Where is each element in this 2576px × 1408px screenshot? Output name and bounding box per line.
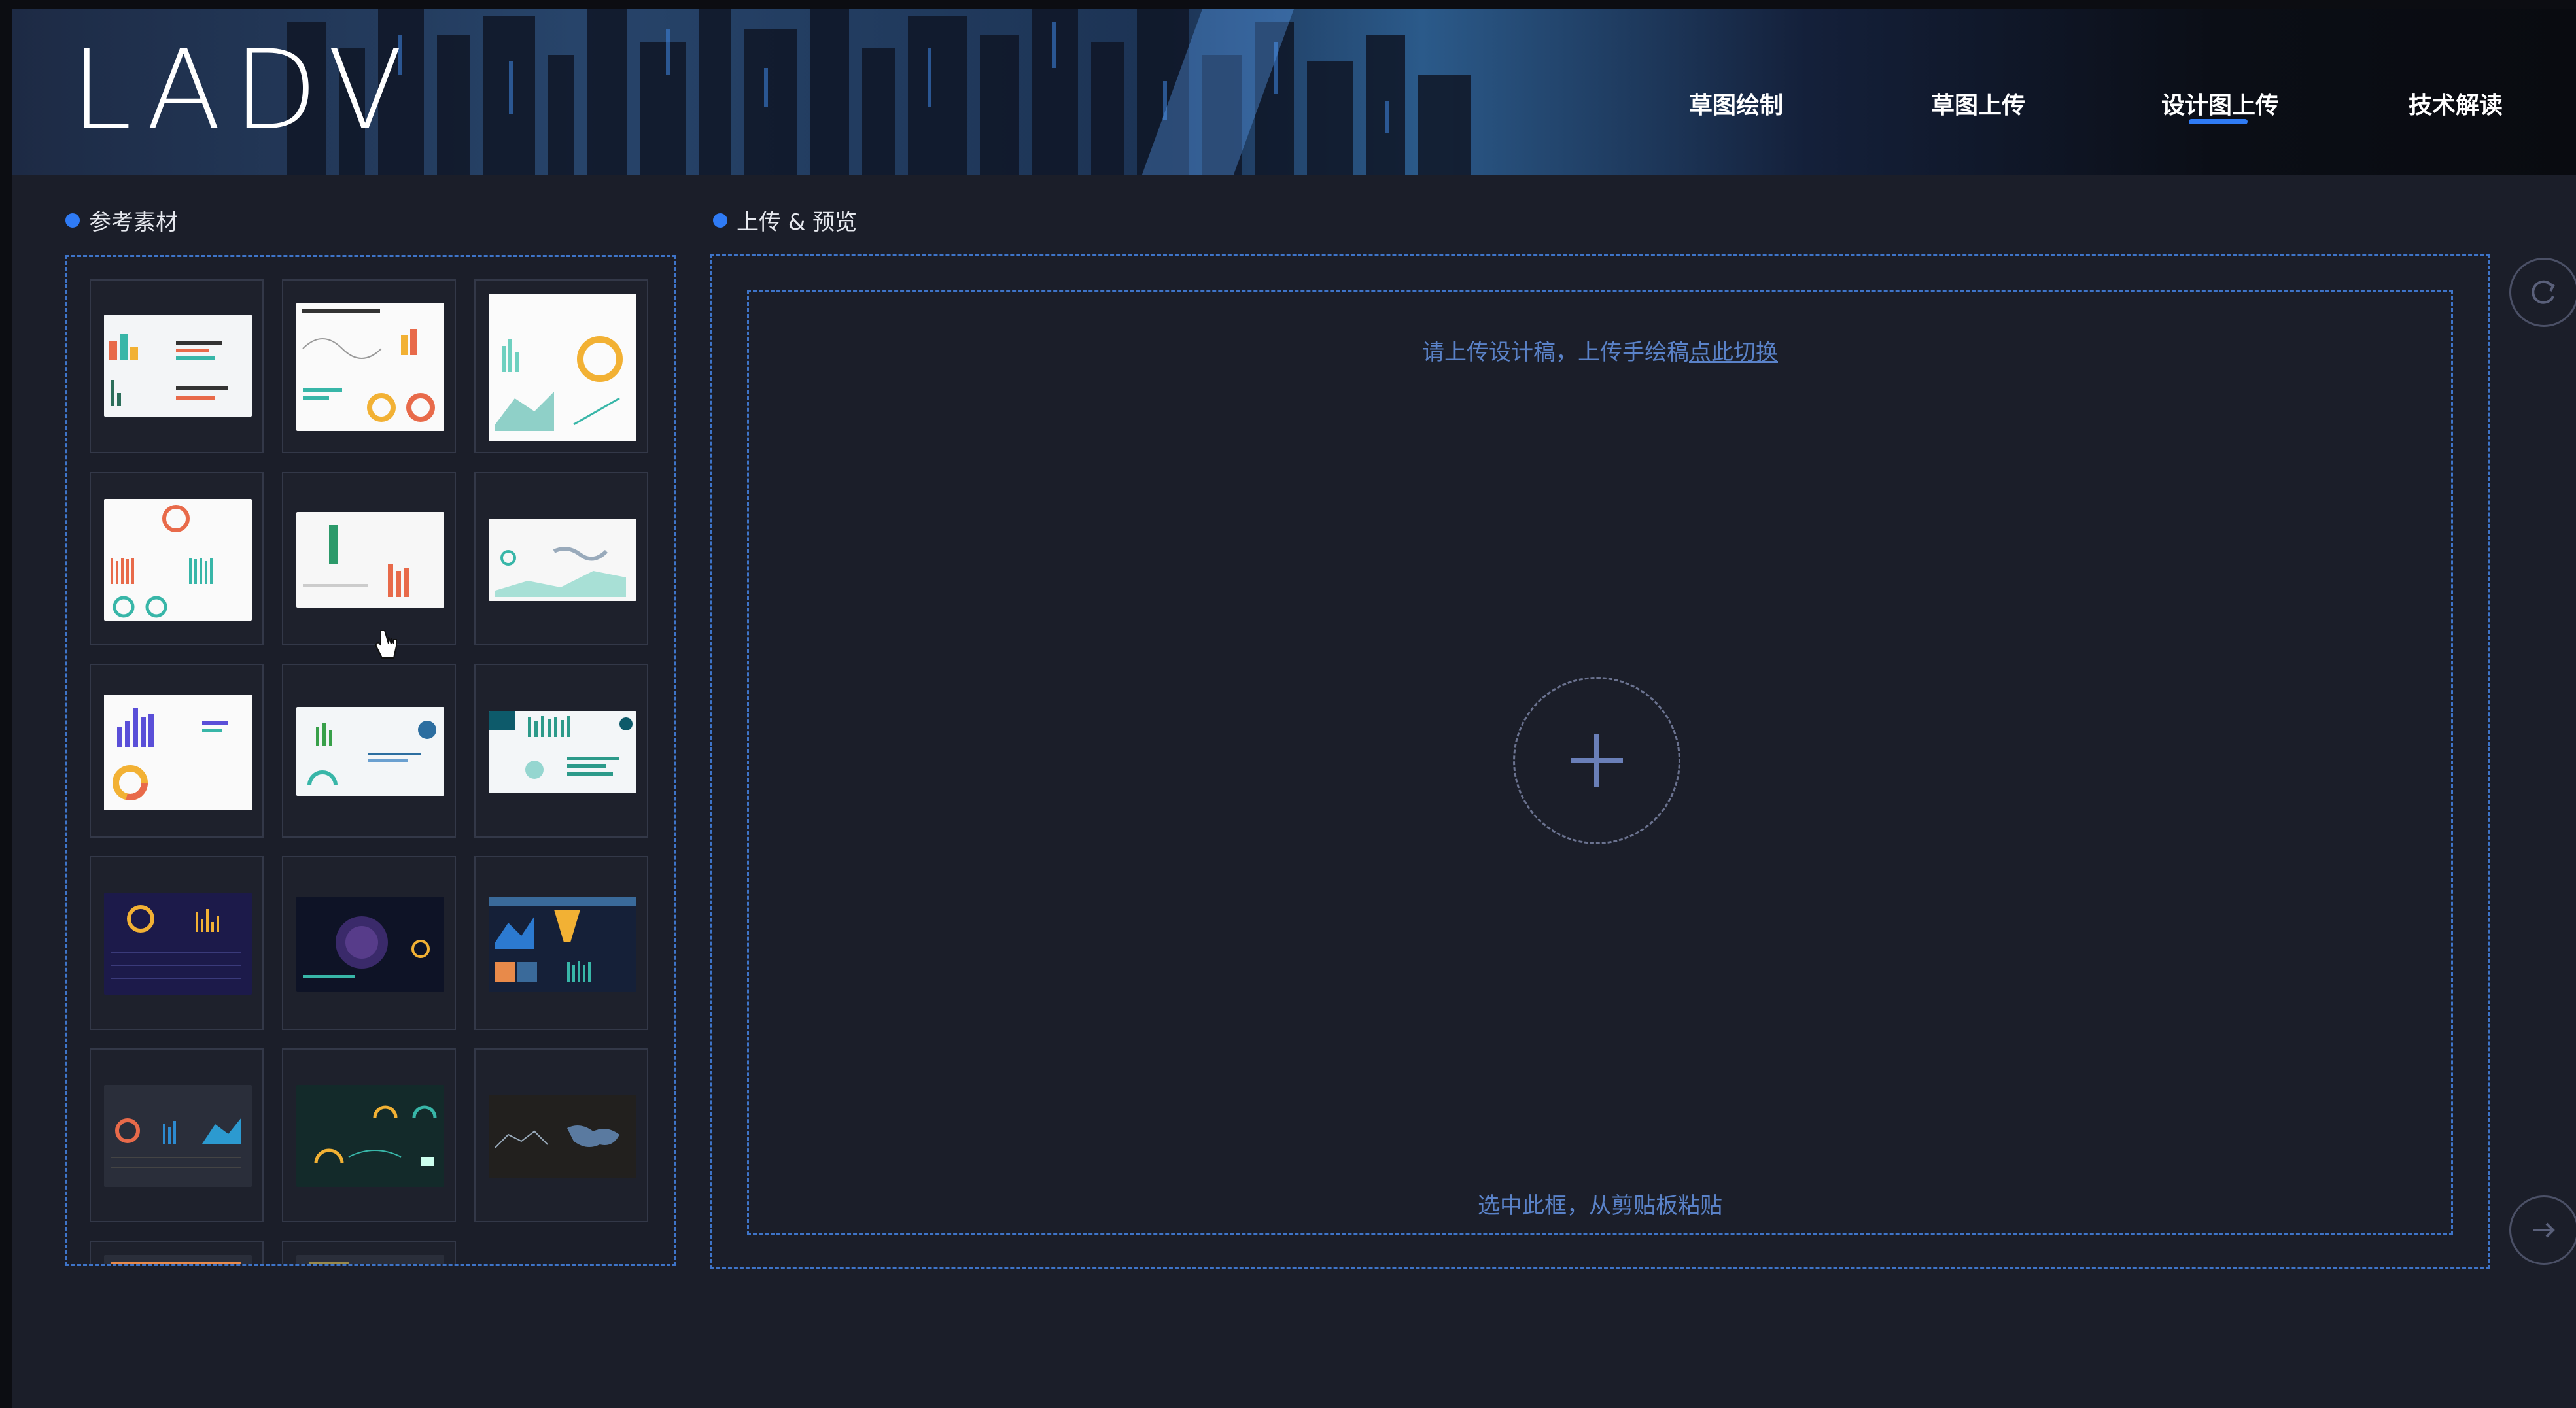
upload-hint: 请上传设计稿，上传手绘稿点此切换 bbox=[749, 334, 2451, 366]
reference-thumbnail[interactable] bbox=[90, 856, 264, 1030]
app-logo[interactable]: LADV bbox=[71, 35, 415, 145]
dashboard-preview-icon bbox=[296, 707, 444, 796]
dashboard-preview-icon bbox=[489, 711, 636, 793]
reference-thumbnail[interactable] bbox=[282, 472, 456, 645]
next-button[interactable] bbox=[2509, 1195, 2576, 1265]
upload-button[interactable] bbox=[1513, 677, 1680, 844]
dashboard-preview-icon bbox=[489, 519, 636, 601]
bullet-dot-icon bbox=[713, 213, 727, 228]
nav-item-design-upload[interactable]: 设计图上传 bbox=[2161, 86, 2279, 120]
dashboard-preview-icon bbox=[104, 695, 252, 810]
reference-thumbnail[interactable] bbox=[474, 279, 648, 453]
reference-thumbnail[interactable] bbox=[282, 664, 456, 838]
dashboard-preview-icon bbox=[489, 897, 636, 992]
reference-thumbnail[interactable] bbox=[474, 1048, 648, 1222]
reference-thumbnail[interactable] bbox=[282, 1048, 456, 1222]
dashboard-preview-icon bbox=[296, 303, 444, 431]
arrow-right-icon bbox=[2533, 1222, 2555, 1238]
nav-item-sketch-upload[interactable]: 草图上传 bbox=[1931, 86, 2025, 120]
reference-thumbnail[interactable] bbox=[90, 472, 264, 645]
reference-title-text: 参考素材 bbox=[89, 209, 178, 235]
reference-section-title: 参考素材 bbox=[65, 204, 178, 236]
top-banner: LADV 草图绘制 草图上传 设计图上传 技术解读 bbox=[12, 9, 2576, 175]
switch-to-sketch-link[interactable]: 点此切换 bbox=[1689, 339, 1778, 366]
dashboard-preview-icon bbox=[489, 1095, 636, 1178]
reference-thumbnail[interactable] bbox=[474, 664, 648, 838]
dashboard-preview-icon bbox=[296, 512, 444, 608]
reference-thumbnail[interactable] bbox=[474, 856, 648, 1030]
dashboard-preview-icon bbox=[104, 1085, 252, 1187]
dashboard-preview-icon bbox=[104, 499, 252, 621]
reference-thumbnail[interactable] bbox=[90, 664, 264, 838]
reference-thumbnail[interactable] bbox=[90, 1241, 264, 1264]
reference-thumbnail[interactable] bbox=[282, 279, 456, 453]
dashboard-preview-icon bbox=[104, 893, 252, 995]
dashboard-preview-icon bbox=[104, 315, 252, 417]
upload-title-text: 上传 & 预览 bbox=[737, 209, 858, 235]
reference-thumbnail[interactable] bbox=[90, 1048, 264, 1222]
plus-icon bbox=[1571, 734, 1623, 787]
dashboard-preview-icon bbox=[489, 294, 636, 441]
reference-thumbnail[interactable] bbox=[90, 279, 264, 453]
hand-cursor-icon bbox=[374, 630, 397, 659]
dashboard-preview-icon bbox=[296, 1085, 444, 1187]
reference-gallery[interactable] bbox=[65, 255, 676, 1266]
dashboard-preview-icon bbox=[104, 1255, 252, 1264]
refresh-button[interactable] bbox=[2509, 258, 2576, 327]
reference-thumbnail[interactable] bbox=[474, 472, 648, 645]
bullet-dot-icon bbox=[65, 213, 80, 228]
upload-section-title: 上传 & 预览 bbox=[713, 204, 857, 236]
reference-thumbnail[interactable] bbox=[282, 856, 456, 1030]
paste-hint: 选中此框，从剪贴板粘贴 bbox=[1478, 1193, 1722, 1219]
dashboard-preview-icon bbox=[296, 897, 444, 992]
nav-item-sketch-draw[interactable]: 草图绘制 bbox=[1689, 86, 1783, 120]
nav-item-tech-explain[interactable]: 技术解读 bbox=[2409, 86, 2503, 120]
upload-hint-text: 请上传设计稿，上传手绘稿 bbox=[1422, 339, 1689, 366]
refresh-icon bbox=[2532, 280, 2555, 304]
reference-thumbnail[interactable] bbox=[282, 1241, 456, 1264]
nav-active-indicator bbox=[2189, 119, 2248, 124]
dashboard-preview-icon bbox=[296, 1255, 444, 1264]
upload-dropzone[interactable]: 请上传设计稿，上传手绘稿点此切换 选中此框，从剪贴板粘贴 bbox=[747, 290, 2453, 1235]
